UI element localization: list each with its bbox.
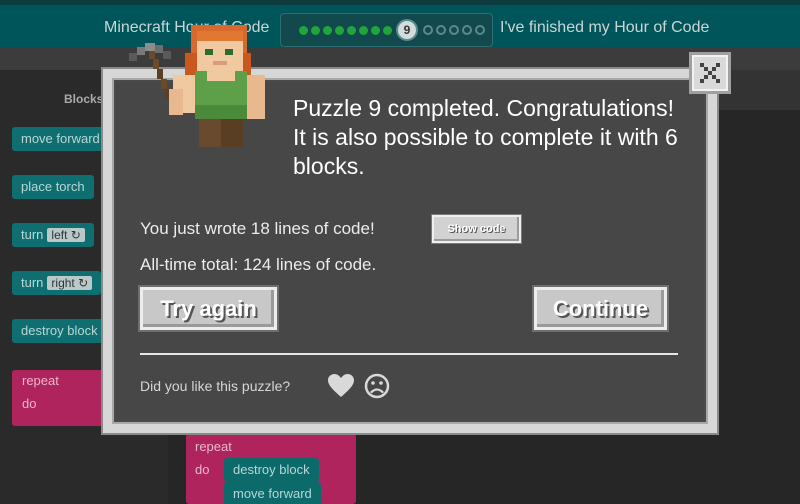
progress-dot[interactable] <box>475 25 485 35</box>
toolbox-label: Blocks <box>64 92 104 106</box>
workspace-block-destroy[interactable]: destroy block <box>224 458 319 482</box>
progress-dot[interactable] <box>436 25 446 35</box>
direction-dropdown[interactable]: right ↻ <box>47 276 93 290</box>
try-again-button[interactable]: Try again <box>140 287 277 330</box>
all-time-total-text: All-time total: 124 lines of code. <box>140 255 377 274</box>
progress-dot[interactable] <box>462 25 472 35</box>
sub-toolbar <box>0 48 800 70</box>
progress-dot[interactable] <box>423 25 433 35</box>
block-label: repeat <box>195 439 232 454</box>
progress-dot[interactable] <box>323 26 332 35</box>
puzzle-progress: 9 <box>280 13 493 47</box>
workspace-block-move[interactable]: move forward <box>224 482 321 504</box>
finished-hour-link[interactable]: I've finished my Hour of Code <box>500 19 709 37</box>
progress-dot[interactable] <box>449 25 459 35</box>
feedback-question: Did you like this puzzle? <box>140 378 291 394</box>
progress-dot[interactable] <box>299 26 308 35</box>
close-button[interactable] <box>689 52 731 94</box>
block-label: do <box>22 396 37 411</box>
progress-dot[interactable] <box>371 26 380 35</box>
progress-dot[interactable] <box>383 26 392 35</box>
alex-character-icon <box>129 25 265 147</box>
block-label: move forward <box>21 131 100 146</box>
block-label: destroy block <box>21 323 98 338</box>
block-label: repeat <box>22 373 59 388</box>
show-code-button[interactable]: Show code <box>432 215 521 243</box>
progress-dot[interactable] <box>335 26 344 35</box>
block-label: do <box>195 462 210 477</box>
block-label: turn <box>21 227 44 242</box>
lines-written-text: You just wrote 18 lines of code! <box>140 219 375 238</box>
header-bar: Minecraft Hour of Code 9 I've finished m… <box>0 0 800 48</box>
block-label: destroy block <box>233 462 310 477</box>
sad-face-icon[interactable] <box>364 373 390 399</box>
direction-dropdown[interactable]: left ↻ <box>47 228 85 242</box>
block-destroy-block[interactable]: destroy block <box>12 319 107 343</box>
current-puzzle-badge[interactable]: 9 <box>396 19 418 41</box>
block-place-torch[interactable]: place torch <box>12 175 94 199</box>
heart-icon[interactable] <box>328 374 354 398</box>
block-turn-right[interactable]: turn right ↻ <box>12 271 102 295</box>
block-label: place torch <box>21 179 85 194</box>
close-icon <box>700 63 720 83</box>
block-label: move forward <box>233 486 312 501</box>
progress-dot[interactable] <box>347 26 356 35</box>
block-label: turn <box>21 275 44 290</box>
progress-dot[interactable] <box>359 26 368 35</box>
dialog-divider <box>140 353 678 355</box>
continue-button[interactable]: Continue <box>534 287 667 330</box>
completion-headline: Puzzle 9 completed. Congratulations! It … <box>293 95 678 179</box>
block-turn-left[interactable]: turn left ↻ <box>12 223 94 247</box>
block-move-forward[interactable]: move forward <box>12 127 109 151</box>
progress-dot[interactable] <box>311 26 320 35</box>
